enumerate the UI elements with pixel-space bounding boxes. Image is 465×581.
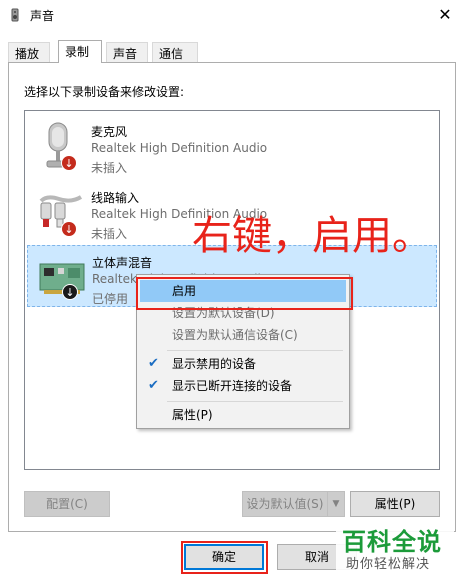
close-icon: ✕ [438, 5, 452, 24]
chevron-down-icon: ▼ [332, 499, 340, 509]
checkmark-icon: ✔ [148, 378, 159, 393]
menu-item-set-default-comm-device[interactable]: 设置为默认通信设备(C) [140, 324, 346, 346]
device-driver: Realtek High Definition Audio [91, 141, 268, 155]
menu-item-properties[interactable]: 属性(P) [140, 404, 346, 426]
device-status: 未插入 [91, 161, 128, 175]
disabled-badge-icon: ↓ [62, 284, 78, 300]
tab-sounds[interactable]: 声音 [106, 42, 148, 62]
annotation-text: 右键，启用。 [192, 213, 432, 259]
properties-button[interactable]: 属性(P) [350, 491, 440, 517]
unplugged-badge-icon: ↓ [61, 221, 77, 237]
menu-separator [167, 401, 343, 402]
title-bar: 声音 ✕ [0, 0, 465, 30]
menu-separator [167, 350, 343, 351]
highlight-box [136, 277, 353, 310]
tab-communications[interactable]: 通信 [152, 42, 198, 62]
checkmark-icon: ✔ [148, 356, 159, 371]
watermark-logo: 百科全说 [342, 528, 442, 556]
watermark: 百科全说 助你轻松解决 [336, 520, 454, 576]
configure-button[interactable]: 配置(C) [24, 491, 110, 517]
tab-recording[interactable]: 录制 [58, 40, 102, 63]
tab-playback[interactable]: 播放 [8, 42, 50, 62]
speaker-icon [11, 8, 19, 22]
highlight-box [181, 541, 268, 574]
close-button[interactable]: ✕ [425, 0, 465, 30]
unplugged-badge-icon: ↓ [61, 155, 77, 171]
device-name: 立体声混音 [92, 256, 153, 270]
menu-item-show-disconnected-devices[interactable]: ✔ 显示已断开连接的设备 [140, 375, 346, 397]
device-name: 麦克风 [91, 125, 128, 139]
watermark-slogan: 助你轻松解决 [346, 557, 431, 572]
window-title: 声音 [30, 9, 55, 23]
device-name: 线路输入 [91, 191, 140, 205]
set-default-dropdown[interactable]: ▼ [327, 491, 345, 517]
device-status: 已停用 [92, 292, 129, 306]
set-default-button[interactable]: 设为默认值(S) [242, 491, 328, 517]
menu-item-show-disabled-devices[interactable]: ✔ 显示禁用的设备 [140, 353, 346, 375]
device-item-microphone[interactable]: ↓ 麦克风 Realtek High Definition Audio 未插入 [27, 115, 437, 177]
device-status: 未插入 [91, 227, 128, 241]
instruction-text: 选择以下录制设备来修改设置: [24, 85, 185, 99]
